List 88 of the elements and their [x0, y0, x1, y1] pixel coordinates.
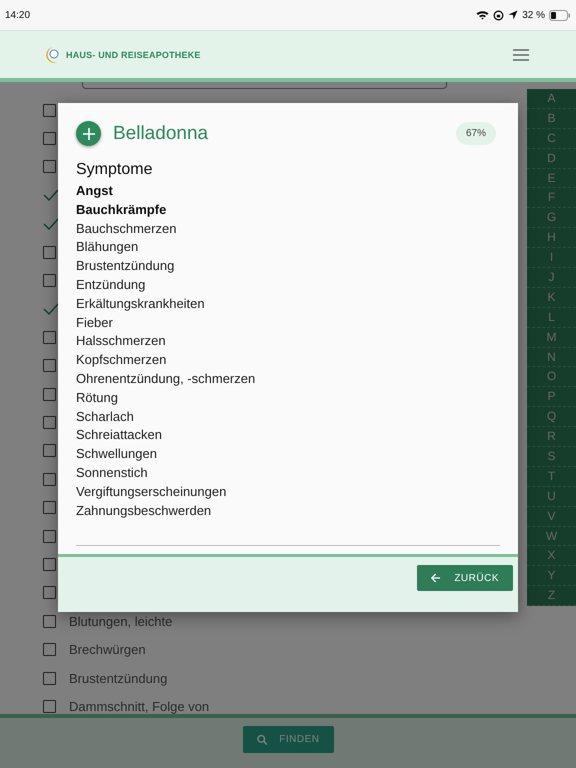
section-heading: Symptome: [76, 161, 154, 179]
symptom-item: Bauchkrämpfe: [76, 200, 168, 219]
checkbox[interactable]: [43, 104, 56, 117]
symptom-label: Brechwürgen: [69, 642, 146, 658]
symptom-item: Sonnenstich: [76, 464, 149, 482]
symptom-item: Angst: [76, 182, 114, 200]
alphabet-index-item[interactable]: H: [527, 228, 576, 248]
checkbox[interactable]: [43, 700, 56, 713]
alphabet-index-item[interactable]: E: [527, 168, 576, 188]
checkmark-icon[interactable]: [43, 302, 59, 315]
dialog-title: Belladonna: [113, 122, 210, 144]
alphabet-index-item[interactable]: B: [527, 108, 576, 129]
alphabet-index-item[interactable]: F: [527, 188, 576, 208]
checkbox[interactable]: [43, 586, 56, 600]
alphabet-index-item[interactable]: W: [527, 526, 576, 546]
checkbox[interactable]: [43, 274, 56, 288]
symptom-item: Entzündung: [76, 276, 146, 294]
search-icon: [256, 732, 268, 746]
symptom-item: Schwellungen: [76, 445, 158, 464]
checkbox[interactable]: [43, 246, 56, 259]
symptom-item: Erkältungskrankheiten: [76, 294, 206, 313]
alphabet-index-item[interactable]: Q: [527, 407, 576, 428]
alphabet-index-item[interactable]: R: [527, 427, 576, 448]
symptom-item: Scharlach: [76, 408, 135, 426]
checkbox[interactable]: [43, 359, 56, 372]
alphabet-index-item[interactable]: V: [527, 506, 576, 527]
battery-percent: 32 %: [522, 10, 545, 20]
alphabet-index-item[interactable]: U: [527, 486, 576, 507]
match-badge: 67%: [456, 122, 496, 145]
symptom-item: Vergiftungserscheinungen: [76, 482, 228, 501]
lock-rotation-icon: [493, 10, 504, 20]
alphabet-index-item[interactable]: N: [527, 348, 576, 368]
app-title: HAUS- UND REISEAPOTHEKE: [66, 50, 201, 60]
checkbox[interactable]: [43, 643, 56, 656]
checkmark-icon[interactable]: [43, 189, 59, 202]
alphabet-index-item[interactable]: O: [527, 367, 576, 388]
alphabet-index-item[interactable]: P: [527, 387, 576, 408]
checkbox[interactable]: [43, 672, 56, 684]
arrow-left-icon: [431, 572, 440, 584]
checkbox[interactable]: [43, 160, 56, 174]
symptom-item: Zahnungsbeschwerden: [76, 502, 212, 520]
checkbox[interactable]: [43, 530, 56, 543]
add-button[interactable]: [76, 121, 101, 146]
checkmark-icon[interactable]: [43, 218, 59, 230]
back-button[interactable]: ZURÜCK: [417, 565, 513, 591]
symptom-label: Dammschnitt, Folge von: [69, 698, 210, 714]
symptom-item: Halsschmerzen: [76, 332, 167, 350]
checkbox[interactable]: [43, 330, 56, 344]
checkbox[interactable]: [43, 558, 56, 571]
symptom-item: Bauchschmerzen: [76, 220, 178, 238]
checkbox[interactable]: [43, 501, 56, 514]
checkbox[interactable]: [43, 132, 56, 146]
checkbox[interactable]: [43, 444, 56, 458]
symptom-item: Blähungen: [76, 238, 140, 256]
wifi-icon: [476, 10, 490, 20]
symptom-item: Kopfschmerzen: [76, 351, 168, 370]
plus-icon: [82, 128, 94, 140]
alphabet-index-item[interactable]: Z: [527, 586, 576, 606]
alphabet-index-item[interactable]: Y: [527, 566, 576, 586]
logo-icon: [44, 46, 60, 64]
alphabet-index-item[interactable]: M: [527, 328, 576, 348]
alphabet-index-item[interactable]: G: [527, 208, 576, 228]
checkbox[interactable]: [43, 416, 56, 429]
checkbox[interactable]: [43, 388, 56, 401]
find-button[interactable]: FINDEN: [242, 726, 334, 753]
alphabet-index-item[interactable]: T: [527, 466, 576, 487]
symptom-item: Fieber: [76, 314, 114, 332]
symptom-label: Blutungen, leichte: [69, 614, 172, 629]
status-time: 14:20: [5, 10, 30, 20]
alphabet-index-item[interactable]: D: [527, 148, 576, 169]
alphabet-index-item[interactable]: L: [527, 308, 576, 328]
symptom-item: Brustentzündung: [76, 257, 176, 276]
checkbox[interactable]: [43, 614, 56, 628]
checkbox[interactable]: [43, 472, 56, 486]
alphabet-index-item[interactable]: J: [527, 268, 576, 288]
alphabet-index-item[interactable]: C: [527, 128, 576, 149]
battery-icon: [549, 10, 571, 20]
alphabet-index-item[interactable]: S: [527, 447, 576, 467]
symptom-item: Ohrenentzündung, -schmerzen: [76, 370, 256, 388]
symptom-item: Schreiattacken: [76, 426, 163, 444]
alphabet-index-item[interactable]: I: [527, 248, 576, 268]
menu-icon[interactable]: [511, 46, 531, 62]
symptom-label: Brustentzündung: [69, 670, 168, 686]
alphabet-index-item[interactable]: X: [527, 546, 576, 566]
alphabet-index-item[interactable]: A: [527, 89, 576, 109]
symptom-item: Rötung: [76, 388, 119, 407]
location-icon: [508, 10, 518, 20]
alphabet-index-item[interactable]: K: [527, 288, 576, 308]
